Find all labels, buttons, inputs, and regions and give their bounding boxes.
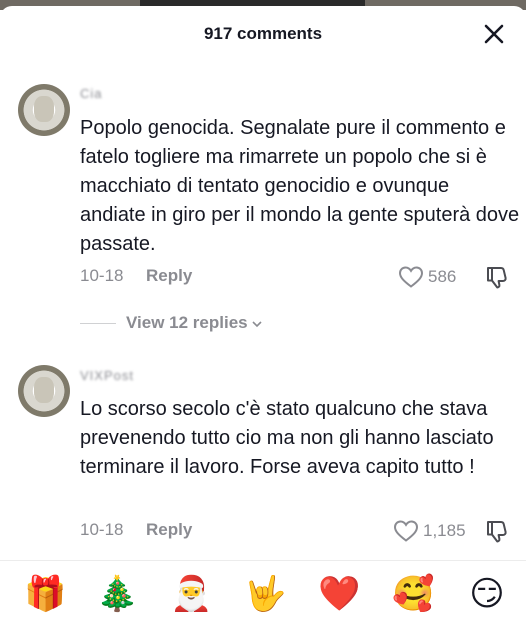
like-count: 1,185 — [423, 520, 466, 540]
christmas-tree-emoji-button[interactable]: 🎄 — [96, 573, 138, 615]
comment-date: 10-18 — [80, 520, 124, 539]
comment-username[interactable]: VIXPost — [80, 368, 134, 383]
comment-meta: 10-18 Reply — [80, 518, 192, 542]
smirk-emoji-button[interactable]: 😏 — [466, 573, 508, 615]
santa-emoji-button[interactable]: 🎅 — [170, 573, 212, 615]
dislike-icon[interactable] — [484, 264, 510, 290]
view-replies-label: View 12 replies — [126, 313, 248, 332]
avatar[interactable] — [18, 84, 70, 136]
view-replies-button[interactable]: View 12 replies — [80, 311, 263, 335]
comments-count-title: 917 comments — [203, 24, 323, 43]
replies-divider — [80, 323, 116, 325]
avatar[interactable] — [18, 365, 70, 417]
reply-button[interactable]: Reply — [146, 264, 192, 288]
chevron-down-icon — [251, 312, 263, 336]
emoji-bar: 🎁 🎄 🎅 🤟 ❤️ 🥰 😏 — [0, 560, 526, 628]
like-button[interactable]: 1,185 — [393, 517, 466, 543]
comment-meta: 10-18 Reply — [80, 264, 192, 288]
smiling-hearts-emoji-button[interactable]: 🥰 — [392, 573, 434, 615]
like-count: 586 — [428, 266, 457, 286]
reply-button[interactable]: Reply — [146, 518, 192, 542]
comment-username[interactable]: Cia — [80, 86, 103, 101]
like-button[interactable]: 586 — [398, 263, 456, 289]
heart-icon — [398, 266, 424, 288]
comment-text: Lo scorso secolo c'è stato qualcuno che … — [80, 398, 494, 478]
comment-date: 10-18 — [80, 266, 124, 285]
dislike-icon[interactable] — [484, 518, 510, 544]
love-you-hand-emoji-button[interactable]: 🤟 — [244, 573, 286, 615]
comment-text: Popolo genocida. Segnalate pure il comme… — [80, 117, 520, 255]
heart-emoji-button[interactable]: ❤️ — [318, 573, 360, 615]
gift-emoji-button[interactable]: 🎁 — [24, 573, 66, 615]
heart-icon — [393, 520, 419, 542]
close-icon[interactable] — [482, 22, 506, 46]
